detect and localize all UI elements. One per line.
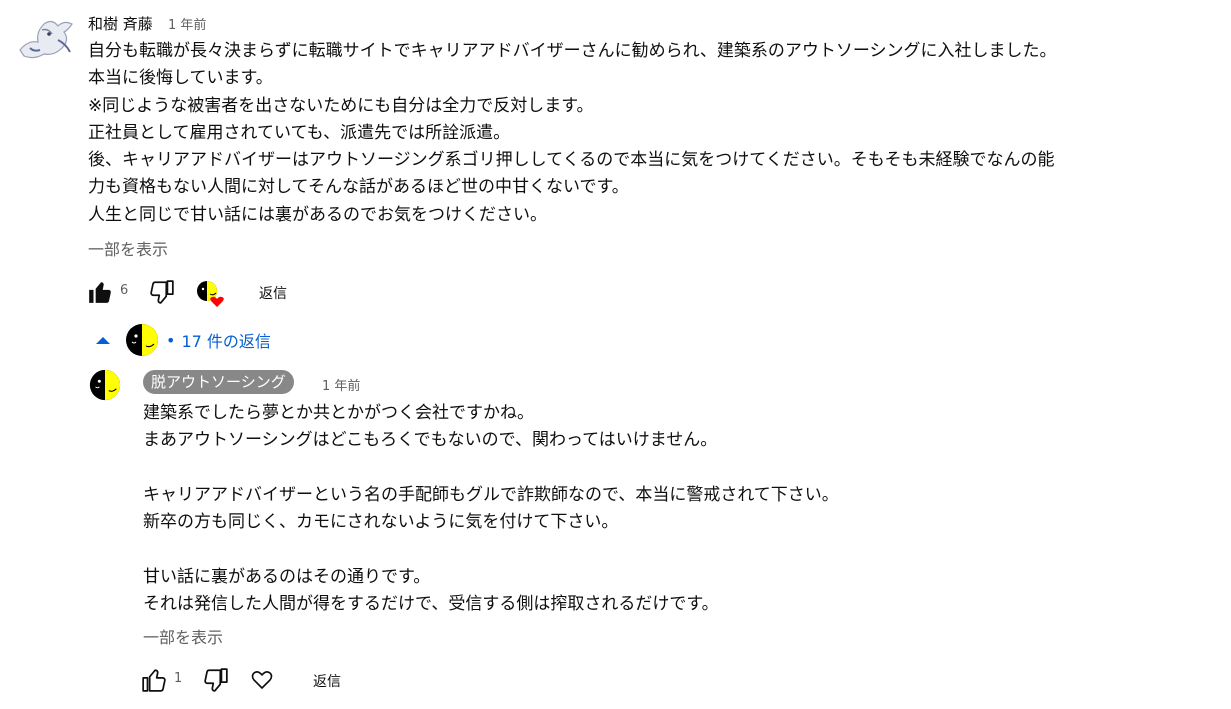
creator-heart <box>196 280 226 308</box>
like-filled-icon <box>89 282 111 303</box>
heart-outline-icon <box>251 671 273 689</box>
replies-toggle[interactable]: • 17 件の返信 <box>94 322 271 358</box>
comment-text: 自分も転職が長々決まらずに転職サイトでキャリアアドバイザーさんに勧められ、建築系… <box>88 41 1057 225</box>
reply-text: 建築系でしたら夢とか共とかがつく会社ですかね。 まあアウトソーシングはどこもろく… <box>143 403 839 615</box>
like-outline-icon <box>142 669 166 692</box>
like-button[interactable] <box>86 278 114 306</box>
reply-time[interactable]: 1 年前 <box>322 375 360 394</box>
face-avatar-icon <box>126 324 158 356</box>
reply-heart-button[interactable] <box>248 666 276 694</box>
like-count: 6 <box>120 283 129 298</box>
bird-avatar-icon <box>19 20 73 59</box>
reply-like-button[interactable] <box>140 666 168 694</box>
reply-like-count: 1 <box>174 671 183 686</box>
reply-dislike-button[interactable] <box>202 666 230 694</box>
face-avatar-icon <box>89 369 121 401</box>
reply-reply-button[interactable]: 返信 <box>313 671 341 691</box>
show-more-link[interactable]: 一部を表示 <box>88 236 168 260</box>
commenter-avatar[interactable] <box>14 10 80 66</box>
dislike-icon <box>150 280 174 304</box>
reply-show-more-link[interactable]: 一部を表示 <box>143 624 223 648</box>
comment-author[interactable]: 和樹 斉藤 <box>88 13 153 34</box>
replies-bullet: • <box>166 330 176 350</box>
replies-count-label: 17 件の返信 <box>181 332 271 351</box>
reply-avatar[interactable] <box>88 368 122 406</box>
dislike-icon <box>204 668 228 692</box>
creator-heart-icon <box>197 281 224 307</box>
dislike-button[interactable] <box>148 278 176 306</box>
reply-author-badge[interactable]: 脱アウトソーシング <box>143 370 294 394</box>
reply-button[interactable]: 返信 <box>259 283 287 303</box>
comment-time[interactable]: 1 年前 <box>168 14 206 33</box>
collapse-arrow-icon <box>96 337 110 344</box>
